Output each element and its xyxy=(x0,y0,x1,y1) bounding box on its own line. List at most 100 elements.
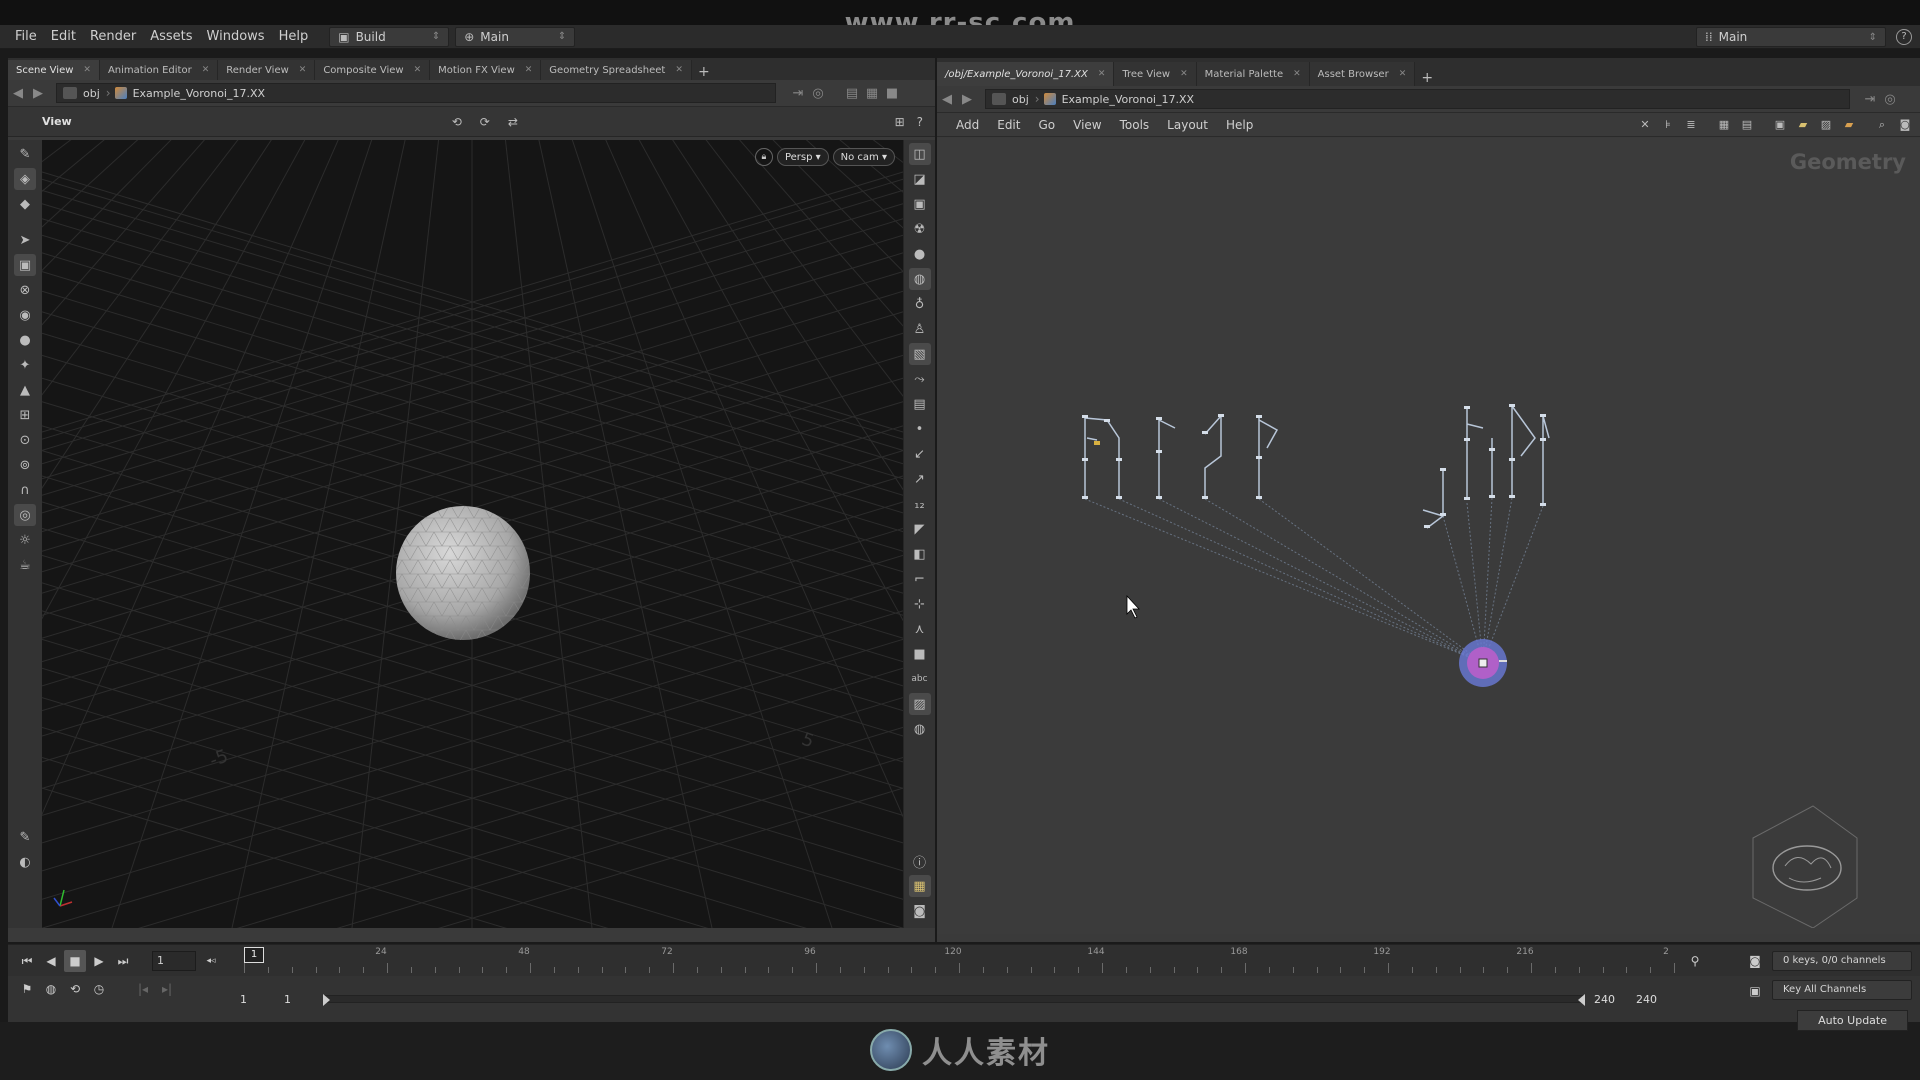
desktop-selector[interactable]: ⊕ Main ⇕ xyxy=(455,26,576,47)
scope-icon[interactable]: ◙ xyxy=(1744,950,1766,972)
tab-animation-editor[interactable]: Animation Editor ✕ xyxy=(99,60,219,80)
network-canvas[interactable]: Geometry xyxy=(937,138,1920,934)
range-end[interactable]: 240 xyxy=(1594,993,1615,1006)
camera-person-icon[interactable]: ♙ xyxy=(909,318,931,340)
back-icon[interactable]: ◀ xyxy=(937,92,957,107)
handle-icon[interactable]: ⋏ xyxy=(909,618,931,640)
vector-icon[interactable]: ↗ xyxy=(909,468,931,490)
persp-menu[interactable]: Persp ▾ xyxy=(776,148,829,166)
search-icon[interactable]: ⌕ xyxy=(1875,118,1889,132)
transform-tool-icon[interactable]: ⇄ xyxy=(508,115,518,129)
number-icon[interactable]: ₁₂ xyxy=(909,493,931,515)
net-menu-view[interactable]: View xyxy=(1064,118,1110,132)
net-menu-tools[interactable]: Tools xyxy=(1111,118,1159,132)
camera-icon[interactable]: ▦ xyxy=(862,86,882,101)
current-frame-marker[interactable]: 1 xyxy=(244,947,264,963)
tab-motion-fx-view[interactable]: Motion FX View ✕ xyxy=(430,60,542,80)
play-icon[interactable]: ▶ xyxy=(88,950,110,972)
step-back-icon[interactable]: ◀ xyxy=(40,950,62,972)
tab-asset-browser[interactable]: Asset Browser ✕ xyxy=(1309,62,1416,86)
range-start[interactable]: 1 xyxy=(240,993,247,1006)
light-icon[interactable]: ◍ xyxy=(908,268,931,290)
render-tool-icon[interactable]: ☕ xyxy=(14,554,36,576)
point-icon[interactable]: • xyxy=(909,418,931,440)
close-icon[interactable]: ✕ xyxy=(299,65,307,75)
help-icon[interactable]: ? xyxy=(1896,29,1912,45)
prev-key-icon[interactable]: ◂◃ xyxy=(200,950,222,972)
3d-viewport[interactable]: -5 5 🔒︎ Persp ▾ No cam ▾ xyxy=(42,140,903,928)
lamp-icon[interactable]: ◍ xyxy=(909,718,931,740)
menu-windows[interactable]: Windows xyxy=(200,29,272,44)
close-icon[interactable]: ✕ xyxy=(414,65,422,75)
jump-end-icon[interactable]: ⏭ xyxy=(112,950,134,972)
select-arrow-icon[interactable]: ➤ xyxy=(14,229,36,251)
net-menu-edit[interactable]: Edit xyxy=(988,118,1029,132)
snapshot-icon[interactable]: ◙ xyxy=(909,900,931,922)
bulb-icon[interactable]: ♁ xyxy=(909,293,931,315)
display-icon[interactable]: ▤ xyxy=(842,86,862,101)
tab-scene-view[interactable]: Scene View ✕ xyxy=(8,60,100,80)
menu-file[interactable]: File xyxy=(8,29,44,44)
scale-icon[interactable]: ✦ xyxy=(14,354,36,376)
camera-menu[interactable]: No cam ▾ xyxy=(832,148,895,166)
path-node[interactable]: Example_Voronoi_17.XX xyxy=(1056,93,1200,106)
timeline-ruler[interactable]: 1 24 48 72 96 120 144 168 192 216 2 xyxy=(244,945,1675,977)
text-label-icon[interactable]: abc xyxy=(909,668,931,690)
grid-view-icon[interactable]: ▦ xyxy=(1717,118,1731,132)
pose-icon[interactable]: ▲ xyxy=(14,379,36,401)
tab-material-palette[interactable]: Material Palette ✕ xyxy=(1196,62,1310,86)
net-menu-help[interactable]: Help xyxy=(1217,118,1262,132)
close-icon[interactable]: ✕ xyxy=(525,65,533,75)
grid-icon[interactable]: ▦ xyxy=(908,875,931,897)
lock-icon[interactable]: ▣ xyxy=(14,254,36,276)
menu-assets[interactable]: Assets xyxy=(143,29,199,44)
add-tab-icon[interactable]: + xyxy=(1415,70,1439,86)
close-icon[interactable]: ✕ xyxy=(202,65,210,75)
menu-edit[interactable]: Edit xyxy=(44,29,83,44)
desktop-selector-right[interactable]: ⁞⁞ Main ⇕ xyxy=(1696,27,1886,47)
network-path-field[interactable]: obj › Example_Voronoi_17.XX xyxy=(985,89,1850,109)
image-icon[interactable]: ▨ xyxy=(908,693,931,715)
bound-icon[interactable]: ⌐ xyxy=(909,568,931,590)
snap-magnet-icon[interactable]: ∩ xyxy=(14,479,36,501)
key-all-channels-button[interactable]: Key All Channels xyxy=(1772,980,1912,1000)
tab-tree-view[interactable]: Tree View ✕ xyxy=(1114,62,1197,86)
magnet-icon[interactable]: ⊗ xyxy=(14,279,36,301)
snap-prim-icon[interactable]: ⊙ xyxy=(14,429,36,451)
maximize-icon[interactable]: ■ xyxy=(882,86,902,101)
stop-icon[interactable]: ■ xyxy=(64,950,86,972)
menu-render[interactable]: Render xyxy=(83,29,143,44)
pin-icon[interactable]: ⇥ xyxy=(788,86,808,101)
lock-camera-icon[interactable]: 🔒︎ xyxy=(754,148,773,166)
tab-render-view[interactable]: Render View ✕ xyxy=(218,60,316,80)
info-icon[interactable]: ⓘ xyxy=(909,850,931,872)
key-prev-icon[interactable]: |◂ xyxy=(132,978,154,1000)
view-layout-icon[interactable]: ⊞ xyxy=(895,115,905,129)
snap-tool-icon[interactable]: ⟳ xyxy=(480,115,490,129)
thumbnail-icon[interactable]: ▤ xyxy=(1740,118,1754,132)
add-tab-icon[interactable]: + xyxy=(692,64,716,80)
close-icon[interactable]: ✕ xyxy=(675,65,683,75)
range-end-handle[interactable] xyxy=(1578,994,1585,1006)
shading-icon[interactable]: ◐ xyxy=(14,851,36,873)
path-root[interactable]: obj xyxy=(1006,93,1035,106)
sticky-icon[interactable]: ▰ xyxy=(1796,118,1810,132)
close-icon[interactable]: ✕ xyxy=(1180,69,1188,79)
shaded-icon[interactable]: ● xyxy=(909,243,931,265)
keys-info-field[interactable]: 0 keys, 0/0 channels xyxy=(1772,951,1912,971)
auto-update-button[interactable]: Auto Update xyxy=(1797,1010,1908,1031)
net-menu-layout[interactable]: Layout xyxy=(1158,118,1217,132)
lock-view-icon[interactable]: ▣ xyxy=(909,193,931,215)
ortho-icon[interactable]: ■ xyxy=(909,643,931,665)
move-icon[interactable]: ◉ xyxy=(14,304,36,326)
face-icon[interactable]: ◧ xyxy=(909,543,931,565)
loop-icon[interactable]: ⟲ xyxy=(64,978,86,1000)
key-next-icon[interactable]: ▸| xyxy=(156,978,178,1000)
box-icon[interactable]: ▰ xyxy=(1842,118,1856,132)
link-icon[interactable]: ◎ xyxy=(1880,92,1900,107)
tag-icon[interactable]: ◆ xyxy=(14,193,36,215)
key-icon[interactable]: ▣ xyxy=(1744,980,1766,1002)
current-frame-field[interactable]: 1 xyxy=(152,951,196,971)
link-geo-icon[interactable]: ⤳ xyxy=(909,368,931,390)
ghost-icon[interactable]: ◪ xyxy=(909,168,931,190)
